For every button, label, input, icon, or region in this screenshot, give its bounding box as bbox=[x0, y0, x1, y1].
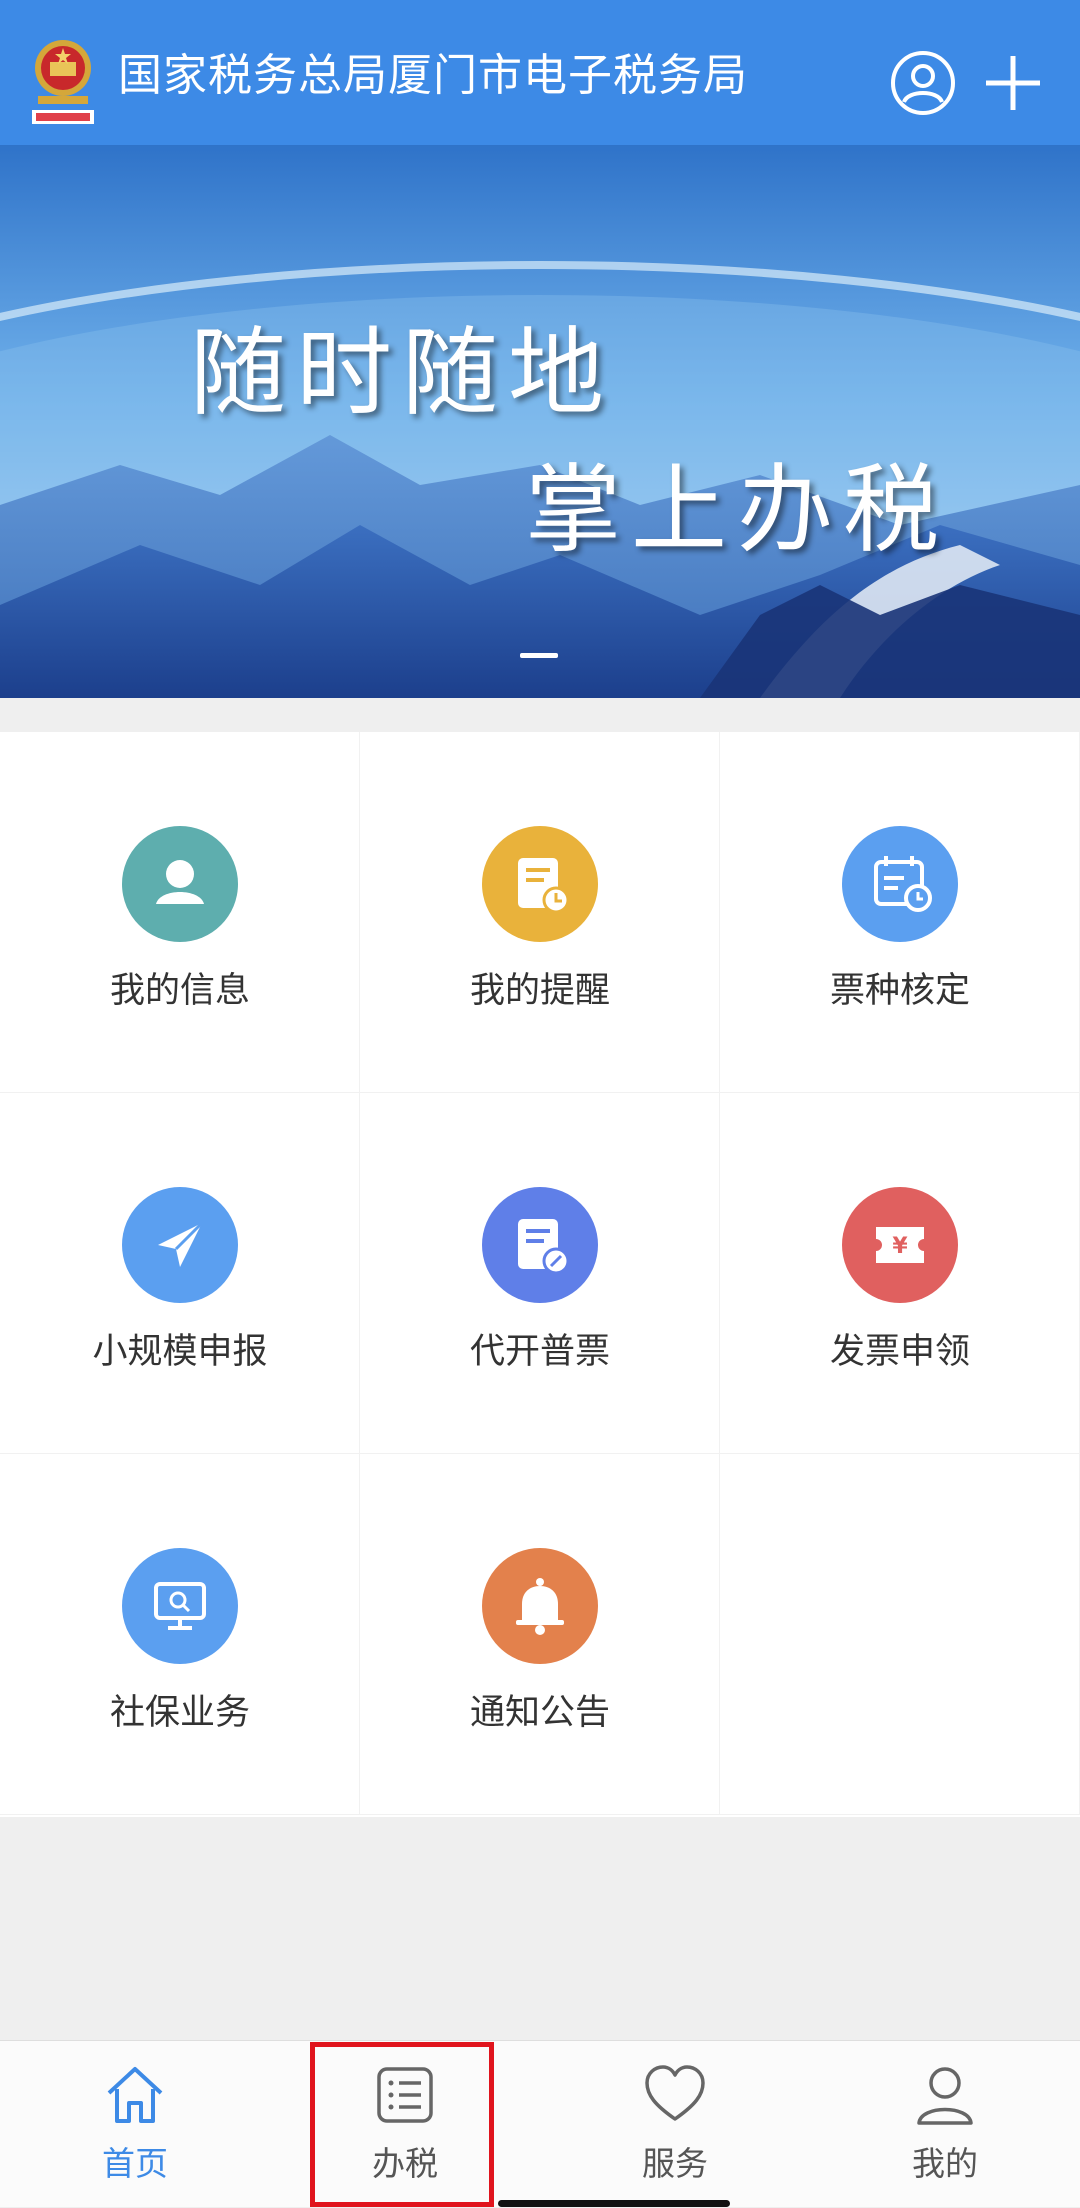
menu-invoice-application[interactable]: ¥ 发票申领 bbox=[720, 1093, 1080, 1454]
plus-icon[interactable] bbox=[982, 52, 1044, 114]
menu-label: 代开普票 bbox=[469, 1332, 610, 1372]
menu-label: 发票申领 bbox=[829, 1332, 970, 1372]
reminder-doc-icon bbox=[482, 826, 598, 942]
paper-plane-icon bbox=[122, 1187, 238, 1303]
menu-label: 我的提醒 bbox=[469, 971, 610, 1011]
menu-label: 小规模申报 bbox=[92, 1332, 268, 1372]
menu-my-info[interactable]: 我的信息 bbox=[0, 732, 360, 1093]
menu-social-security[interactable]: 社保业务 bbox=[0, 1454, 360, 1815]
tab-service[interactable]: 服务 bbox=[540, 2041, 810, 2208]
tab-label: 办税 bbox=[372, 2144, 438, 2183]
list-icon bbox=[377, 2067, 433, 2123]
banner-slogan-1: 随时随地 bbox=[190, 317, 614, 429]
menu-label: 我的信息 bbox=[109, 971, 250, 1011]
tab-label: 我的 bbox=[912, 2144, 978, 2183]
app-header: 国家税务总局厦门市电子税务局 bbox=[0, 0, 1080, 145]
heart-icon bbox=[645, 2065, 705, 2121]
home-icon bbox=[107, 2067, 163, 2123]
service-grid: 我的信息 我的提醒 票种核定 小规模申报 代开普票 ¥ 发票申领 社保业务 通知… bbox=[0, 732, 1080, 1817]
menu-small-scale-declaration[interactable]: 小规模申报 bbox=[0, 1093, 360, 1454]
carousel-indicator bbox=[520, 653, 558, 658]
banner-slogan-2: 掌上办税 bbox=[525, 454, 949, 566]
person-icon bbox=[122, 826, 238, 942]
tab-label: 服务 bbox=[642, 2144, 708, 2183]
tab-mine[interactable]: 我的 bbox=[810, 2041, 1080, 2208]
monitor-search-icon bbox=[122, 1548, 238, 1664]
bottom-tab-bar: 首页 办税 服务 我的 bbox=[0, 2040, 1080, 2207]
menu-empty-cell bbox=[720, 1454, 1080, 1815]
tab-home[interactable]: 首页 bbox=[0, 2041, 270, 2208]
menu-label: 通知公告 bbox=[469, 1693, 610, 1733]
tab-handle-tax[interactable]: 办税 bbox=[270, 2041, 540, 2208]
doc-edit-icon bbox=[482, 1187, 598, 1303]
menu-my-reminder[interactable]: 我的提醒 bbox=[360, 732, 720, 1093]
menu-label: 票种核定 bbox=[829, 971, 970, 1011]
tab-label: 首页 bbox=[102, 2144, 168, 2183]
tax-emblem-icon bbox=[32, 40, 94, 124]
menu-agent-invoice[interactable]: 代开普票 bbox=[360, 1093, 720, 1454]
menu-ticket-approval[interactable]: 票种核定 bbox=[720, 732, 1080, 1093]
user-circle-icon[interactable] bbox=[890, 50, 956, 116]
yen-ticket-icon: ¥ bbox=[842, 1187, 958, 1303]
bell-icon bbox=[482, 1548, 598, 1664]
banner-carousel[interactable]: 随时随地 掌上办税 bbox=[0, 145, 1080, 698]
menu-notice[interactable]: 通知公告 bbox=[360, 1454, 720, 1815]
svg-text:¥: ¥ bbox=[892, 1234, 908, 1259]
home-indicator bbox=[498, 2200, 730, 2207]
menu-label: 社保业务 bbox=[109, 1693, 250, 1733]
calendar-clock-icon bbox=[842, 826, 958, 942]
person-outline-icon bbox=[917, 2067, 973, 2125]
app-title: 国家税务总局厦门市电子税务局 bbox=[118, 50, 748, 101]
